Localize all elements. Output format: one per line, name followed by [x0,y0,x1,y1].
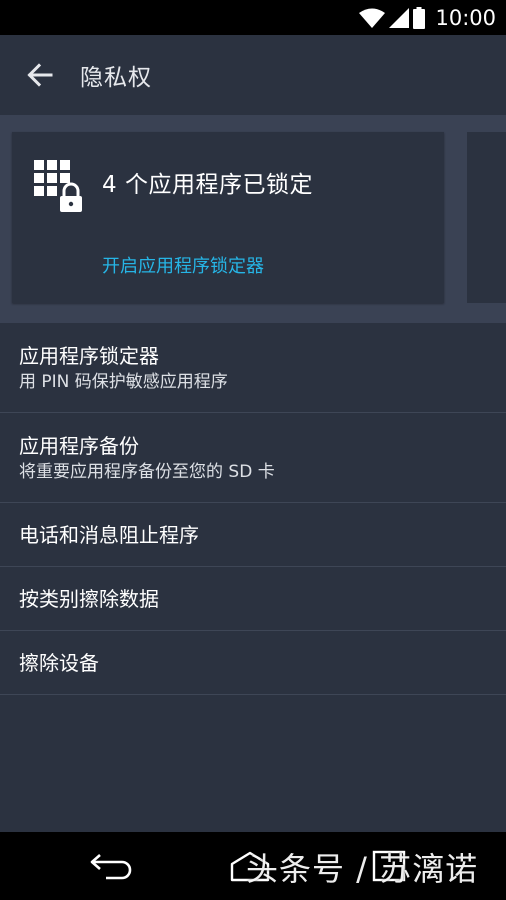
status-bar: 10:00 [0,0,506,35]
list-item-app-backup[interactable]: 应用程序备份 将重要应用程序备份至您的 SD 卡 [0,413,506,503]
screen: 10:00 隐私权 4 个应用程序已锁定 开启应用程序锁定器 应用程序锁定器 用… [0,0,506,900]
app-grid-lock-icon [34,160,82,212]
item-title: 擦除设备 [19,650,99,675]
nav-back-icon[interactable] [88,852,136,880]
navigation-bar: 头条号 / 苏漓诺 [0,832,506,900]
list-item-wipe-by-category[interactable]: 按类别擦除数据 [0,567,506,631]
item-subtitle: 将重要应用程序备份至您的 SD 卡 [19,461,275,482]
arrow-left-icon [27,63,53,87]
card-carousel[interactable]: 4 个应用程序已锁定 开启应用程序锁定器 [0,115,506,323]
page-title: 隐私权 [80,65,152,91]
item-subtitle: 用 PIN 码保护敏感应用程序 [19,371,228,392]
back-button[interactable] [20,55,60,95]
signal-icon [389,7,410,28]
app-bar: 隐私权 [0,35,506,115]
item-title: 电话和消息阻止程序 [19,522,199,547]
list-item-wipe-device[interactable]: 擦除设备 [0,631,506,695]
settings-list: 应用程序锁定器 用 PIN 码保护敏感应用程序 应用程序备份 将重要应用程序备份… [0,323,506,695]
next-card-peek[interactable] [467,132,506,303]
status-time: 10:00 [435,5,496,30]
item-title: 应用程序锁定器 [19,343,159,368]
list-item-call-blocker[interactable]: 电话和消息阻止程序 [0,503,506,567]
enable-app-locker-link[interactable]: 开启应用程序锁定器 [102,252,264,278]
status-icons [359,6,426,29]
wifi-icon [359,8,386,28]
card-title: 4 个应用程序已锁定 [102,172,313,198]
item-title: 按类别擦除数据 [19,586,159,611]
list-item-app-locker[interactable]: 应用程序锁定器 用 PIN 码保护敏感应用程序 [0,323,506,413]
app-lock-card[interactable]: 4 个应用程序已锁定 开启应用程序锁定器 [12,132,444,303]
battery-icon [413,6,426,29]
item-title: 应用程序备份 [19,433,139,458]
watermark: 头条号 / 苏漓诺 [246,850,479,888]
